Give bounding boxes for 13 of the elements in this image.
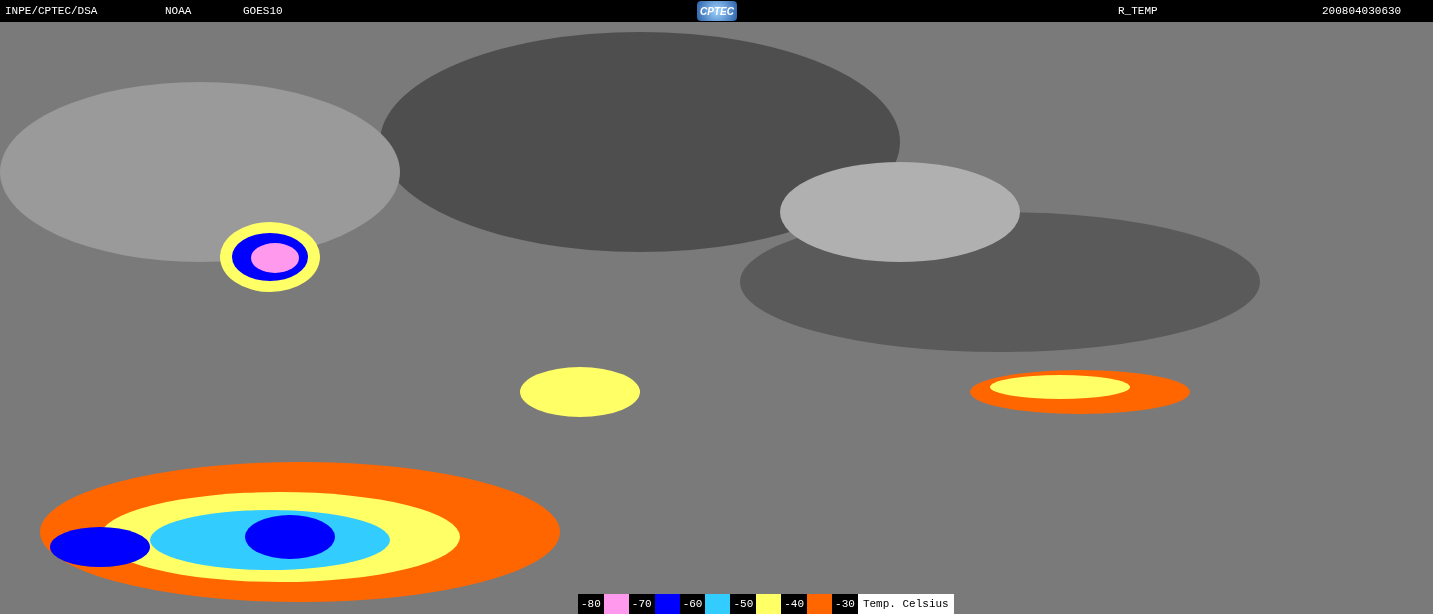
timestamp-label: 200804030630	[1322, 3, 1402, 19]
legend-label: -40	[781, 594, 808, 614]
legend-unit: Temp. Celsius	[857, 594, 954, 614]
legend-label: -30	[832, 594, 858, 614]
legend-label: -80	[578, 594, 604, 614]
legend-label: -60	[679, 594, 706, 614]
satellite-label: GOES10	[243, 3, 284, 19]
logo: CPTEC	[697, 1, 737, 21]
legend-label: -50	[730, 594, 757, 614]
source-label: INPE/CPTEC/DSA	[5, 3, 99, 19]
agency-label: NOAA	[165, 3, 193, 19]
legend-label: -70	[628, 594, 655, 614]
product-label: R_TEMP	[1118, 3, 1159, 19]
